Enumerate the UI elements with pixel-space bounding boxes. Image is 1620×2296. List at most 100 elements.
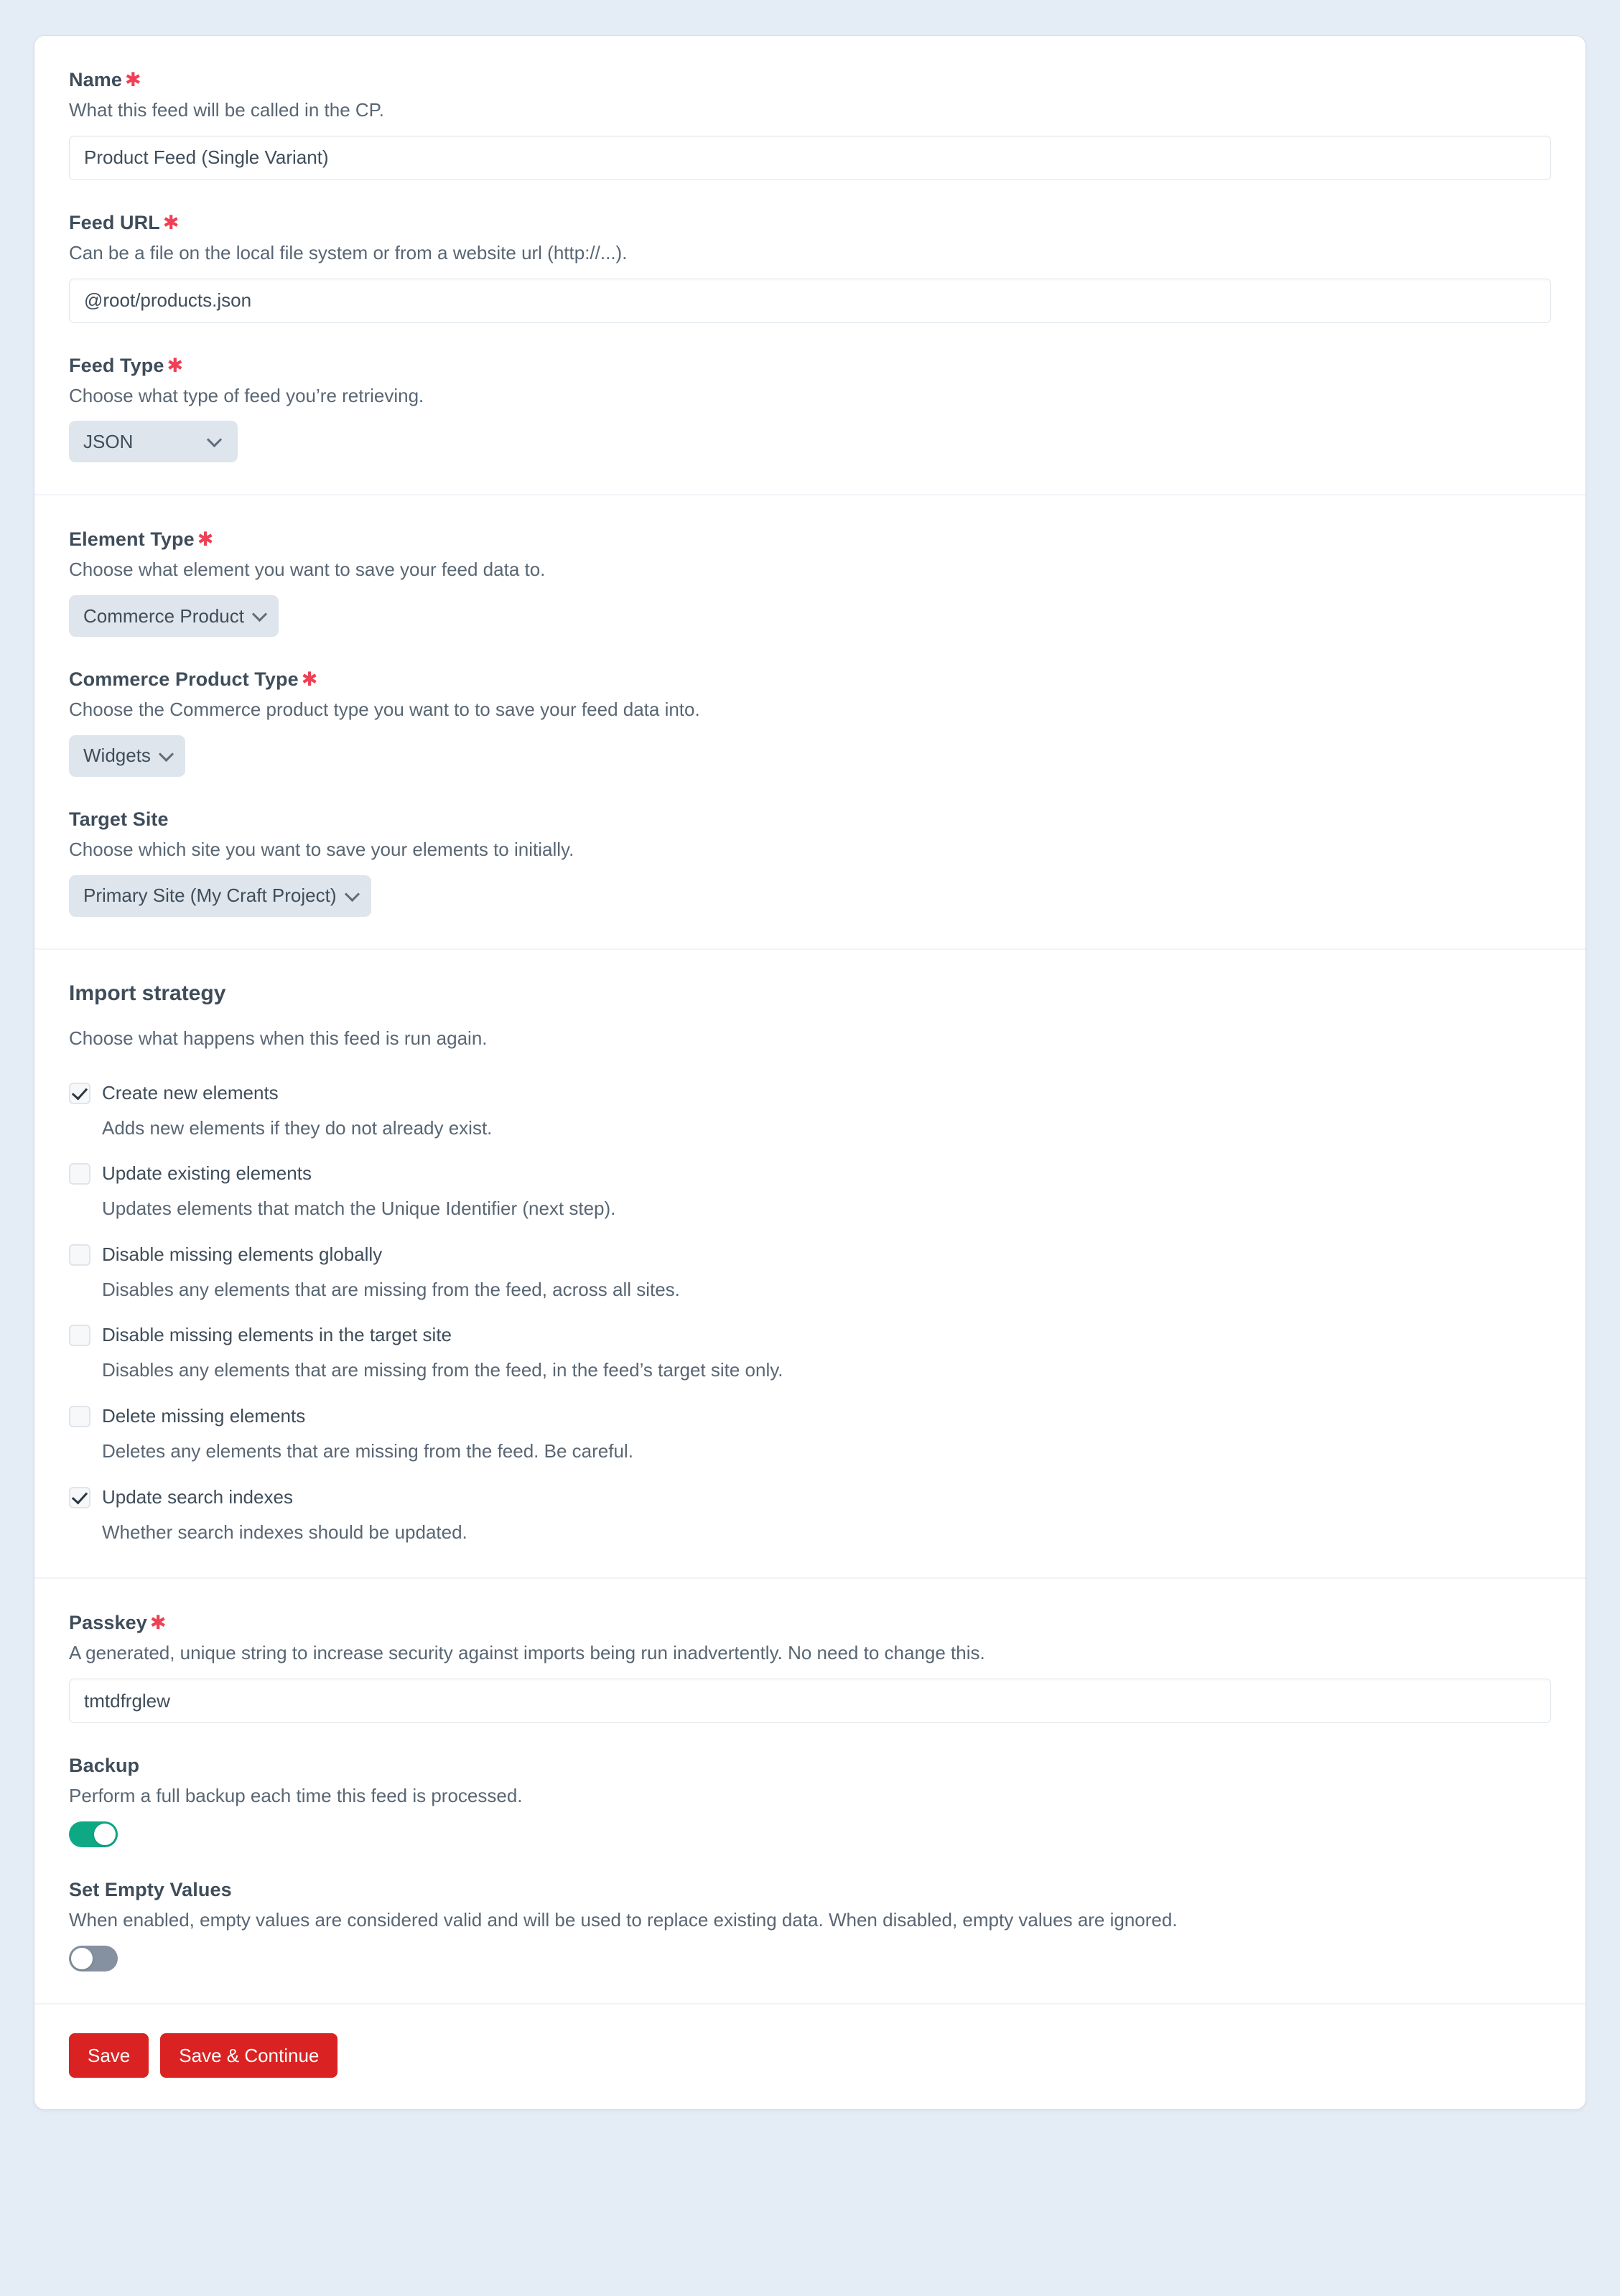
element-type-label: Element Type ✱ [69, 527, 1551, 552]
passkey-input[interactable] [69, 1679, 1551, 1724]
commerce-product-type-select[interactable]: Widgets [69, 734, 185, 777]
checkbox-create-new-elements-label[interactable]: Create new elements [102, 1080, 279, 1106]
backup-toggle[interactable] [69, 1821, 118, 1847]
field-commerce-product-type: Commerce Product Type ✱ Choose the Commer… [69, 667, 1551, 777]
name-instructions: What this feed will be called in the CP. [69, 99, 384, 121]
backup-instructions: Perform a full backup each time this fee… [69, 1785, 523, 1807]
checkbox-disable-missing-target-site-box[interactable] [69, 1325, 90, 1347]
field-element-type: Element Type ✱ Choose what element you wa… [69, 527, 1551, 638]
import-strategy-checkbox-group: Create new elements Adds new elements if… [69, 1080, 1551, 1546]
checkbox-update-search-indexes[interactable]: Update search indexes [69, 1484, 1551, 1511]
target-site-label: Target Site [69, 807, 1551, 832]
checkbox-update-existing-elements-row: Update existing elements Updates element… [69, 1160, 1551, 1223]
save-and-continue-button[interactable]: Save & Continue [160, 2033, 338, 2078]
feed-type-select[interactable]: JSON [69, 421, 238, 463]
feed-type-instructions: Choose what type of feed you’re retrievi… [69, 384, 424, 406]
checkbox-update-search-indexes-row: Update search indexes Whether search ind… [69, 1484, 1551, 1546]
commerce-product-type-label: Commerce Product Type ✱ [69, 667, 1551, 692]
passkey-instructions: A generated, unique string to increase s… [69, 1642, 985, 1664]
form-footer: Save Save & Continue [34, 2005, 1586, 2109]
checkbox-delete-missing-elements[interactable]: Delete missing elements [69, 1403, 1551, 1429]
checkbox-create-new-elements-description: Adds new elements if they do not already… [102, 1116, 493, 1139]
checkbox-update-search-indexes-box[interactable] [69, 1486, 90, 1508]
required-asterisk: ✱ [167, 354, 184, 376]
set-empty-values-label: Set Empty Values [69, 1878, 232, 1900]
feed-basics-section: Name ✱ What this feed will be called in t… [34, 36, 1586, 496]
checkbox-delete-missing-elements-description: Deletes any elements that are missing fr… [102, 1439, 633, 1462]
backup-toggle-knob [94, 1823, 116, 1845]
element-settings-section: Element Type ✱ Choose what element you wa… [34, 495, 1586, 950]
element-type-label-text: Element Type [69, 528, 195, 551]
save-button[interactable]: Save [69, 2033, 149, 2078]
field-name: Name ✱ What this feed will be called in t… [69, 67, 1551, 180]
checkbox-disable-missing-globally[interactable]: Disable missing elements globally [69, 1241, 1551, 1268]
checkbox-disable-missing-target-site[interactable]: Disable missing elements in the target s… [69, 1322, 1551, 1348]
commerce-product-type-label-text: Commerce Product Type [69, 668, 299, 691]
checkbox-delete-missing-elements-row: Delete missing elements Deletes any elem… [69, 1403, 1551, 1465]
target-site-instructions: Choose which site you want to save your … [69, 839, 574, 860]
chevron-down-icon [159, 747, 174, 762]
field-target-site: Target Site Choose which site you want t… [69, 807, 1551, 917]
field-feed-url: Feed URL ✱ Can be a file on the local fil… [69, 210, 1551, 323]
feed-url-input[interactable] [69, 278, 1551, 323]
import-strategy-section: Import strategy Choose what happens when… [34, 950, 1586, 1579]
checkbox-create-new-elements-box[interactable] [69, 1082, 90, 1104]
feed-url-label-text: Feed URL [69, 211, 160, 233]
element-type-selected-value: Commerce Product [83, 605, 244, 627]
required-asterisk: ✱ [301, 668, 318, 691]
target-site-selected-value: Primary Site (My Craft Project) [83, 885, 337, 907]
name-label-text: Name [69, 69, 122, 90]
backup-label: Backup [69, 1755, 140, 1777]
checkbox-disable-missing-globally-label[interactable]: Disable missing elements globally [102, 1241, 382, 1268]
commerce-product-type-instructions: Choose the Commerce product type you wan… [69, 699, 700, 721]
chevron-down-icon [208, 433, 222, 447]
checkbox-disable-missing-target-site-label[interactable]: Disable missing elements in the target s… [102, 1322, 452, 1348]
target-site-select[interactable]: Primary Site (My Craft Project) [69, 874, 371, 917]
checkbox-update-search-indexes-label[interactable]: Update search indexes [102, 1484, 293, 1511]
import-strategy-subtitle: Choose what happens when this feed is ru… [69, 1027, 488, 1049]
field-backup: Backup Perform a full backup each time t… [69, 1753, 1551, 1847]
checkbox-update-search-indexes-description: Whether search indexes should be updated… [102, 1521, 467, 1543]
chevron-down-icon [345, 887, 360, 902]
field-feed-type: Feed Type ✱ Choose what type of feed you’… [69, 353, 1551, 463]
checkbox-disable-missing-globally-box[interactable] [69, 1243, 90, 1266]
field-set-empty-values: Set Empty Values When enabled, empty val… [69, 1877, 1551, 1971]
set-empty-values-toggle[interactable] [69, 1945, 118, 1971]
field-passkey: Passkey ✱ A generated, unique string to i… [69, 1610, 1551, 1724]
target-site-label-text: Target Site [69, 808, 169, 830]
feed-type-label-text: Feed Type [69, 354, 164, 376]
import-strategy-heading: Import strategy [69, 981, 226, 1005]
passkey-label: Passkey ✱ [69, 1610, 1551, 1635]
checkbox-create-new-elements-row: Create new elements Adds new elements if… [69, 1080, 1551, 1142]
checkbox-update-existing-elements-description: Updates elements that match the Unique I… [102, 1198, 616, 1220]
feed-url-instructions: Can be a file on the local file system o… [69, 241, 628, 263]
checkbox-create-new-elements[interactable]: Create new elements [69, 1080, 1551, 1106]
required-asterisk: ✱ [197, 528, 214, 551]
element-type-select[interactable]: Commerce Product [69, 595, 279, 638]
commerce-product-type-selected-value: Widgets [83, 745, 151, 767]
required-asterisk: ✱ [149, 1612, 167, 1634]
name-input[interactable] [69, 135, 1551, 180]
footer-button-row: Save Save & Continue [69, 2033, 1551, 2078]
checkbox-delete-missing-elements-box[interactable] [69, 1406, 90, 1428]
feed-type-selected-value: JSON [83, 430, 134, 452]
passkey-label-text: Passkey [69, 1612, 147, 1634]
checkbox-disable-missing-target-site-description: Disables any elements that are missing f… [102, 1359, 783, 1381]
feed-url-label: Feed URL ✱ [69, 210, 1551, 235]
checkbox-update-existing-elements-box[interactable] [69, 1163, 90, 1185]
required-asterisk: ✱ [124, 69, 141, 90]
checkbox-disable-missing-target-site-row: Disable missing elements in the target s… [69, 1322, 1551, 1384]
set-empty-values-instructions: When enabled, empty values are considere… [69, 1908, 1178, 1931]
checkbox-update-existing-elements-label[interactable]: Update existing elements [102, 1160, 312, 1187]
checkbox-delete-missing-elements-label[interactable]: Delete missing elements [102, 1403, 305, 1429]
security-section: Passkey ✱ A generated, unique string to i… [34, 1579, 1586, 2005]
checkbox-disable-missing-globally-row: Disable missing elements globally Disabl… [69, 1241, 1551, 1304]
set-empty-values-toggle-knob [71, 1947, 93, 1969]
element-type-instructions: Choose what element you want to save you… [69, 559, 546, 581]
name-label: Name ✱ [69, 67, 1551, 93]
checkbox-update-existing-elements[interactable]: Update existing elements [69, 1160, 1551, 1187]
feed-type-label: Feed Type ✱ [69, 353, 1551, 378]
feed-settings-card: Name ✱ What this feed will be called in t… [34, 36, 1586, 2109]
chevron-down-icon [253, 607, 267, 622]
checkbox-disable-missing-globally-description: Disables any elements that are missing f… [102, 1278, 680, 1300]
